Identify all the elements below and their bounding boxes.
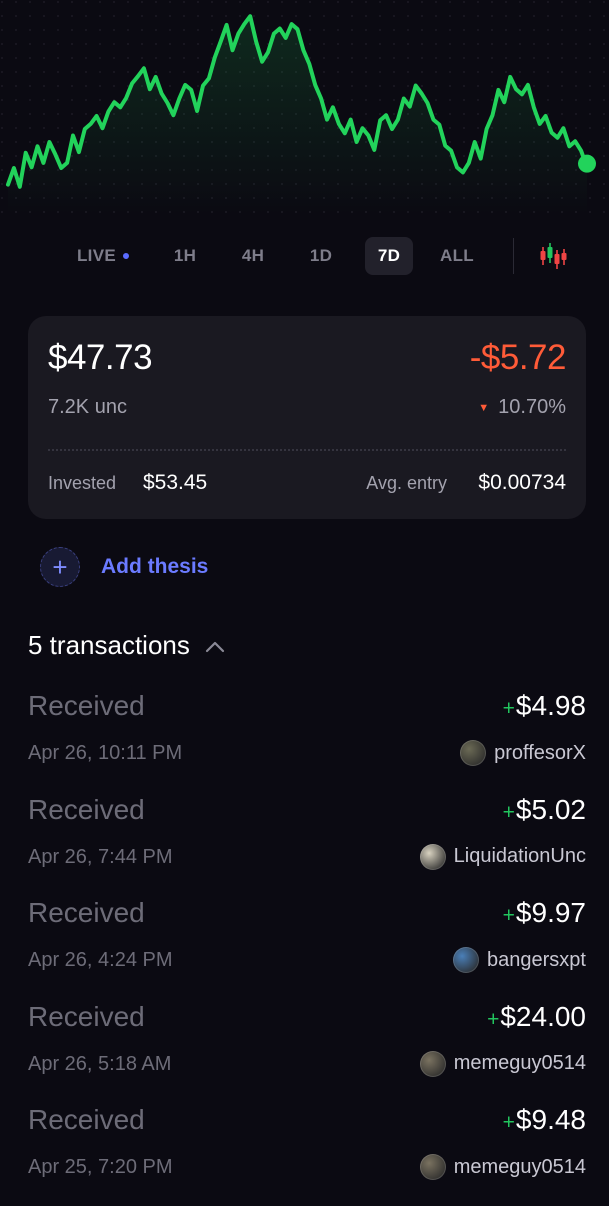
live-dot-icon [123,253,129,259]
avatar [419,1050,446,1077]
timeframe-divider [513,238,514,274]
price-chart[interactable] [0,0,609,215]
transaction-row[interactable]: Received Apr 26, 7:44 PM + $5.02 Liquidat… [28,792,586,896]
avatar [419,843,446,870]
transaction-time: Apr 26, 10:11 PM [28,742,183,764]
tab-7d[interactable]: 7D [365,237,413,275]
transaction-user[interactable]: memeguy0514 [419,1154,586,1180]
transaction-amount-value: $4.98 [515,690,586,721]
transaction-type: Received [28,793,145,825]
chevron-up-icon [205,641,224,652]
transactions-toggle[interactable]: 5 transactions [28,630,226,661]
candlestick-icon [540,243,567,269]
transaction-amount: + $24.00 [487,1001,586,1033]
tab-1d[interactable]: 1D [287,237,355,275]
plus-sign: + [502,1111,515,1134]
transaction-amount-value: $9.48 [515,1104,586,1135]
transaction-time: Apr 25, 7:20 PM [28,1156,173,1178]
tab-4h[interactable]: 4H [219,237,287,275]
transaction-row[interactable]: Received Apr 26, 10:11 PM + $4.98 proffes… [28,688,586,792]
transactions-count: 5 transactions [28,630,190,660]
transaction-row[interactable]: Received Apr 26, 4:24 PM + $9.97 bangersx… [28,895,586,999]
username: memeguy0514 [453,1155,586,1178]
candlestick-toggle[interactable] [536,239,570,273]
username: LiquidationUnc [453,845,586,867]
transaction-time: Apr 26, 7:44 PM [28,845,173,868]
transaction-type: Received [28,897,145,928]
add-thesis-label: Add thesis [101,555,209,578]
position-pnl: -$5.72 [469,338,567,377]
plus-icon: + [40,547,80,587]
transaction-amount-value: $9.97 [515,897,586,928]
transaction-type: Received [28,690,145,721]
avatar [453,947,480,973]
timeframe-selector: LIVE 1H 4H 1D 7D ALL [55,236,580,276]
tab-all[interactable]: ALL [423,237,491,275]
plus-sign: + [502,904,515,927]
username: memeguy0514 [453,1052,586,1074]
transaction-time: Apr 26, 4:24 PM [28,949,173,971]
username: bangersxpt [487,948,586,971]
position-value: $47.73 [48,338,153,377]
position-quantity: 7.2K unc [48,396,127,418]
transaction-row[interactable]: Received Apr 26, 5:18 AM + $24.00 memeguy… [28,999,586,1103]
transaction-time: Apr 26, 5:18 AM [28,1052,172,1075]
transaction-user[interactable]: LiquidationUnc [419,843,586,870]
plus-sign: + [502,800,515,824]
transaction-amount: + $5.02 [503,794,586,826]
plus-sign: + [502,697,515,720]
transaction-user[interactable]: proffesorX [460,740,586,766]
position-change: ▼ 10.70% [478,396,566,419]
plus-sign: + [487,1007,500,1031]
transaction-type: Received [28,1104,145,1135]
chart-current-point [578,154,596,173]
transaction-amount-value: $5.02 [515,793,586,825]
transaction-amount: + $4.98 [503,690,586,722]
position-change-pct: 10.70% [498,396,566,418]
transaction-amount: + $9.97 [503,897,586,929]
tab-1h[interactable]: 1H [151,237,219,275]
avatar [419,1154,446,1180]
transaction-row[interactable]: Received Apr 25, 7:20 PM + $9.48 memeguy0… [28,1102,586,1206]
transaction-amount-value: $24.00 [500,1000,586,1032]
card-divider [48,449,566,451]
down-triangle-icon: ▼ [478,401,490,414]
transaction-user[interactable]: memeguy0514 [419,1050,586,1077]
transaction-amount: + $9.48 [503,1104,586,1136]
transaction-user[interactable]: bangersxpt [453,947,586,973]
transactions-list: Received Apr 26, 10:11 PM + $4.98 proffes… [28,688,586,1206]
username: proffesorX [494,741,586,764]
avg-entry-value: $0.00734 [478,471,566,494]
invested-value: $53.45 [143,471,208,494]
avatar [460,740,487,766]
position-summary-card: $47.73 -$5.72 7.2K unc ▼ 10.70% Invested… [28,316,586,519]
tab-live-label: LIVE [77,246,116,265]
transaction-type: Received [28,1000,145,1032]
tab-live[interactable]: LIVE [55,237,151,275]
invested-label: Invested [48,473,117,493]
avg-entry-label: Avg. entry [366,473,447,493]
add-thesis-button[interactable]: + Add thesis [40,547,208,587]
